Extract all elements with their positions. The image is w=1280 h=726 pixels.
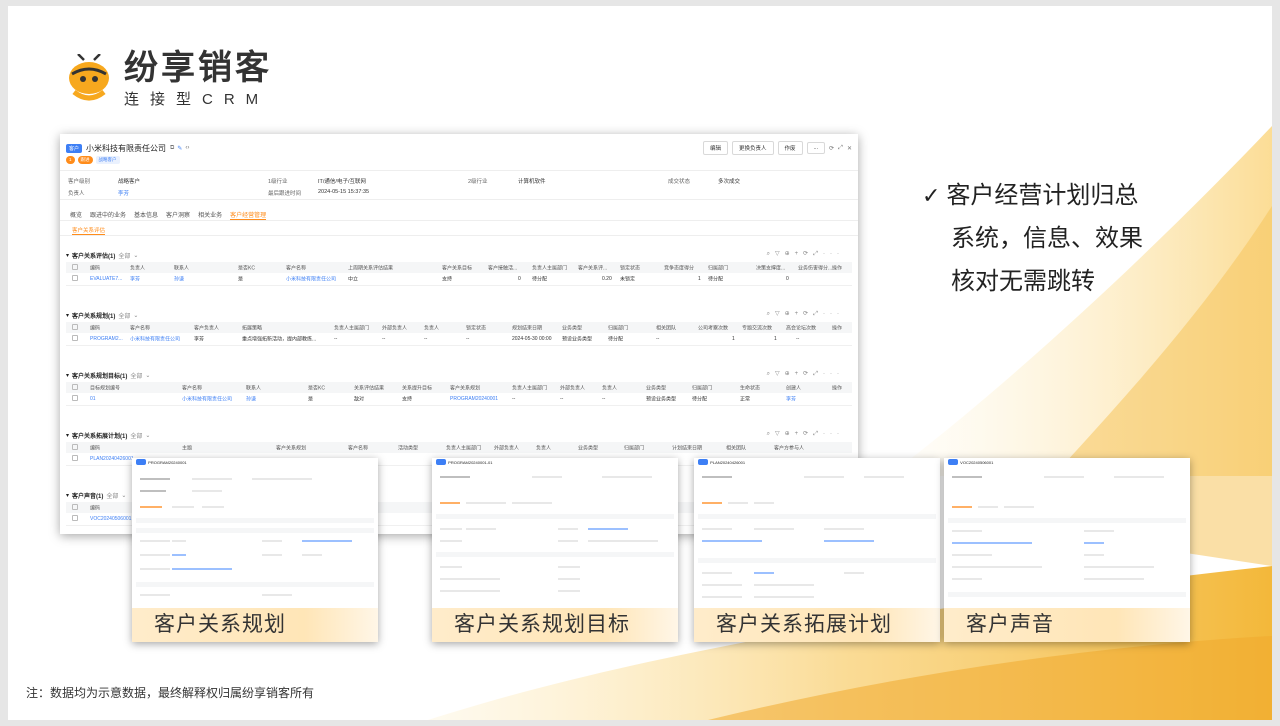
field-value: 计算机软件 bbox=[518, 179, 546, 185]
thumbnail-code: PROGRAM20240001-01 bbox=[448, 459, 493, 465]
close-icon[interactable]: ✕ bbox=[847, 145, 852, 152]
next-record-icon[interactable]: › bbox=[187, 145, 189, 151]
tab-insight[interactable]: 客户洞察 bbox=[166, 210, 190, 220]
subtab-relation-eval[interactable]: 客户关系评估 bbox=[72, 226, 106, 235]
thumbnail-relation-goal[interactable]: PROGRAM20240001-01 客户关系规划目标 bbox=[432, 458, 678, 642]
more-button[interactable]: ... bbox=[806, 142, 826, 154]
row-checkbox[interactable] bbox=[72, 275, 78, 281]
table-row[interactable]: EVALUATE7... 李芳 孙谦 是 小米科技有限责任公司 中立 支持 0 … bbox=[66, 273, 852, 286]
summary-info: 客户级别 战略客户 负责人 李芳 1级行业 IT/通信/电子/互联网 最后跟进时… bbox=[60, 170, 858, 200]
section-title: 客户关系拓展计划(1) bbox=[72, 433, 128, 440]
badge-count: 1 bbox=[66, 156, 75, 164]
toggle-icon[interactable]: ▾ bbox=[66, 372, 69, 379]
table-header: 编码 负责人 联系人 是否KC 客户名称 上周期关系评估结果 客户关系目标 客户… bbox=[66, 262, 852, 273]
tab-overview[interactable]: 概览 bbox=[70, 210, 82, 220]
section-relation-eval: ▾ 客户关系评估(1) 全部 ⌄ ⌕▽⊕+⟳⤢··· 编码 负责人 联系人 是否KC … bbox=[66, 250, 852, 286]
field-label: 成交状态 bbox=[668, 179, 691, 185]
select-all-checkbox[interactable] bbox=[72, 263, 78, 270]
row-checkbox[interactable] bbox=[72, 335, 78, 341]
window-header: 客户 小米科技有限责任公司 ⧉ ✎ ‹ › 编辑 更换负责人 作废 ... ⟳ … bbox=[60, 134, 858, 162]
filter-select[interactable]: 全部 bbox=[118, 251, 130, 260]
filter-select[interactable]: 全部 bbox=[130, 431, 142, 440]
copy-icon[interactable]: ⧉ bbox=[170, 145, 174, 152]
field-label: 1级行业 bbox=[268, 179, 288, 185]
toggle-icon[interactable]: ▾ bbox=[66, 492, 69, 499]
section-toolbar[interactable]: ⌕▽⊕+⟳⤢··· bbox=[767, 370, 844, 378]
edit-title-icon[interactable]: ✎ bbox=[177, 145, 182, 152]
select-all-checkbox[interactable] bbox=[72, 383, 78, 390]
field-value: 2024-05-15 15:37:35 bbox=[318, 189, 370, 195]
section-title: 客户关系评估(1) bbox=[72, 253, 116, 260]
bullet-line: 系统，信息、效果 bbox=[951, 225, 1143, 252]
select-all-checkbox[interactable] bbox=[72, 323, 78, 330]
thumbnail-code: VOC20240506001 bbox=[960, 459, 994, 465]
check-icon: ✓ bbox=[922, 183, 941, 208]
select-all-checkbox[interactable] bbox=[72, 503, 78, 510]
field-label: 最后跟进时间 bbox=[268, 191, 302, 197]
field-value: IT/通信/电子/互联网 bbox=[318, 179, 366, 185]
detail-tabs: 概览 跟进中的业务 基本信息 客户洞察 相关业务 客户经营管理 bbox=[70, 210, 267, 220]
bullet-line: 客户经营计划归总 bbox=[946, 182, 1139, 209]
thumbnail-code: PROGRAM20240001 bbox=[148, 459, 187, 465]
section-toolbar[interactable]: ⌕▽⊕+⟳⤢··· bbox=[767, 430, 844, 438]
toggle-icon[interactable]: ▾ bbox=[66, 312, 69, 319]
section-title: 客户声音(1) bbox=[72, 493, 104, 500]
follow-tag: 跟进 bbox=[77, 156, 93, 164]
section-relation-plan: ▾ 客户关系规划(1) 全部 ⌄ ⌕▽⊕+⟳⤢··· 编码 客户名称 客户负责人 拓展… bbox=[66, 310, 852, 346]
thumbnail-voice-of-customer[interactable]: VOC20240506001 客户声音 bbox=[944, 458, 1190, 642]
field-label: 负责人 bbox=[68, 191, 85, 197]
void-button[interactable]: 作废 bbox=[777, 141, 803, 155]
owner-link[interactable]: 李芳 bbox=[118, 189, 129, 197]
field-label: 客户级别 bbox=[68, 179, 91, 185]
bee-logo-icon bbox=[64, 52, 114, 106]
filter-select[interactable]: 全部 bbox=[118, 311, 130, 320]
tab-ongoing[interactable]: 跟进中的业务 bbox=[90, 210, 126, 220]
toggle-icon[interactable]: ▾ bbox=[66, 252, 69, 259]
brand-logo: 纷享销客 连接型CRM bbox=[64, 50, 272, 109]
strategic-tag: 战略客户 bbox=[95, 156, 120, 164]
tab-customer-management[interactable]: 客户经营管理 bbox=[230, 210, 267, 220]
select-all-checkbox[interactable] bbox=[72, 443, 78, 450]
table-header: 目标规划编号 客户名称 联系人 是否KC 关系评估结果 关系提升目标 客户关系规… bbox=[66, 382, 852, 393]
table-row[interactable]: 01 小米科技有限责任公司 孙谦 是 敌对 支持 PROGRAM20240001… bbox=[66, 393, 852, 406]
section-relation-goal: ▾ 客户关系规划目标(1) 全部 ⌄ ⌕▽⊕+⟳⤢··· 目标规划编号 客户名称 联系… bbox=[66, 370, 852, 406]
row-checkbox[interactable] bbox=[72, 395, 78, 401]
thumbnail-caption: 客户关系规划 bbox=[132, 608, 378, 642]
filter-select[interactable]: 全部 bbox=[106, 491, 118, 500]
row-checkbox[interactable] bbox=[72, 515, 78, 521]
field-label: 2级行业 bbox=[468, 179, 488, 185]
row-checkbox[interactable] bbox=[72, 455, 78, 461]
section-toolbar[interactable]: ⌕▽⊕+⟳⤢··· bbox=[767, 310, 844, 318]
section-title: 客户关系规划目标(1) bbox=[72, 373, 128, 380]
tab-basic-info[interactable]: 基本信息 bbox=[134, 210, 158, 220]
field-value: 战略客户 bbox=[118, 179, 141, 185]
footnote: 注：数据均为示意数据，最终解释权归属纷享销客所有 bbox=[26, 686, 315, 700]
table-row[interactable]: PROGRAM2... 小米科技有限责任公司 李芳 重点增强拓新活动，提内部教练… bbox=[66, 333, 852, 346]
record-title: 小米科技有限责任公司 bbox=[86, 143, 167, 153]
object-type-tag: 客户 bbox=[66, 143, 83, 153]
logo-title: 纷享销客 bbox=[124, 49, 272, 87]
section-toolbar[interactable]: ⌕▽⊕+⟳⤢··· bbox=[767, 250, 844, 258]
filter-select[interactable]: 全部 bbox=[130, 371, 142, 380]
thumbnail-caption: 客户关系拓展计划 bbox=[694, 608, 940, 642]
field-value: 多次成交 bbox=[718, 179, 741, 185]
table-header: 编码 主题 客户关系规划 客户名称 活动类型 负责人主属部门 外部负责人 负责人… bbox=[66, 442, 852, 453]
refresh-icon[interactable]: ⟳ bbox=[829, 145, 834, 152]
slide: 纷享销客 连接型CRM 客户 小米科技有限责任公司 ⧉ ✎ ‹ › 编辑 更换负… bbox=[8, 6, 1272, 720]
bullet-line: 核对无需跳转 bbox=[951, 268, 1095, 295]
feature-bullet: ✓ 客户经营计划归总 系统，信息、效果 核对无需跳转 bbox=[922, 174, 1143, 303]
tab-related[interactable]: 相关业务 bbox=[198, 210, 222, 220]
change-owner-button[interactable]: 更换负责人 bbox=[732, 141, 774, 155]
fullscreen-icon[interactable]: ⤢ bbox=[838, 145, 843, 152]
toggle-icon[interactable]: ▾ bbox=[66, 432, 69, 439]
thumbnail-caption: 客户关系规划目标 bbox=[432, 608, 678, 642]
section-title: 客户关系规划(1) bbox=[72, 313, 116, 320]
thumbnail-code: PLAN20240426001 bbox=[710, 459, 746, 465]
thumbnail-relation-plan[interactable]: PROGRAM20240001 客户关系规划 bbox=[132, 458, 378, 642]
thumbnail-caption: 客户声音 bbox=[944, 608, 1190, 642]
logo-subtitle: 连接型CRM bbox=[124, 91, 270, 108]
thumbnail-expansion-plan[interactable]: PLAN20240426001 客户关系拓展计划 bbox=[694, 458, 940, 642]
table-header: 编码 客户名称 客户负责人 拓展策略 负责人主属部门 外部负责人 负责人 锁定状… bbox=[66, 322, 852, 333]
edit-button[interactable]: 编辑 bbox=[702, 141, 728, 155]
